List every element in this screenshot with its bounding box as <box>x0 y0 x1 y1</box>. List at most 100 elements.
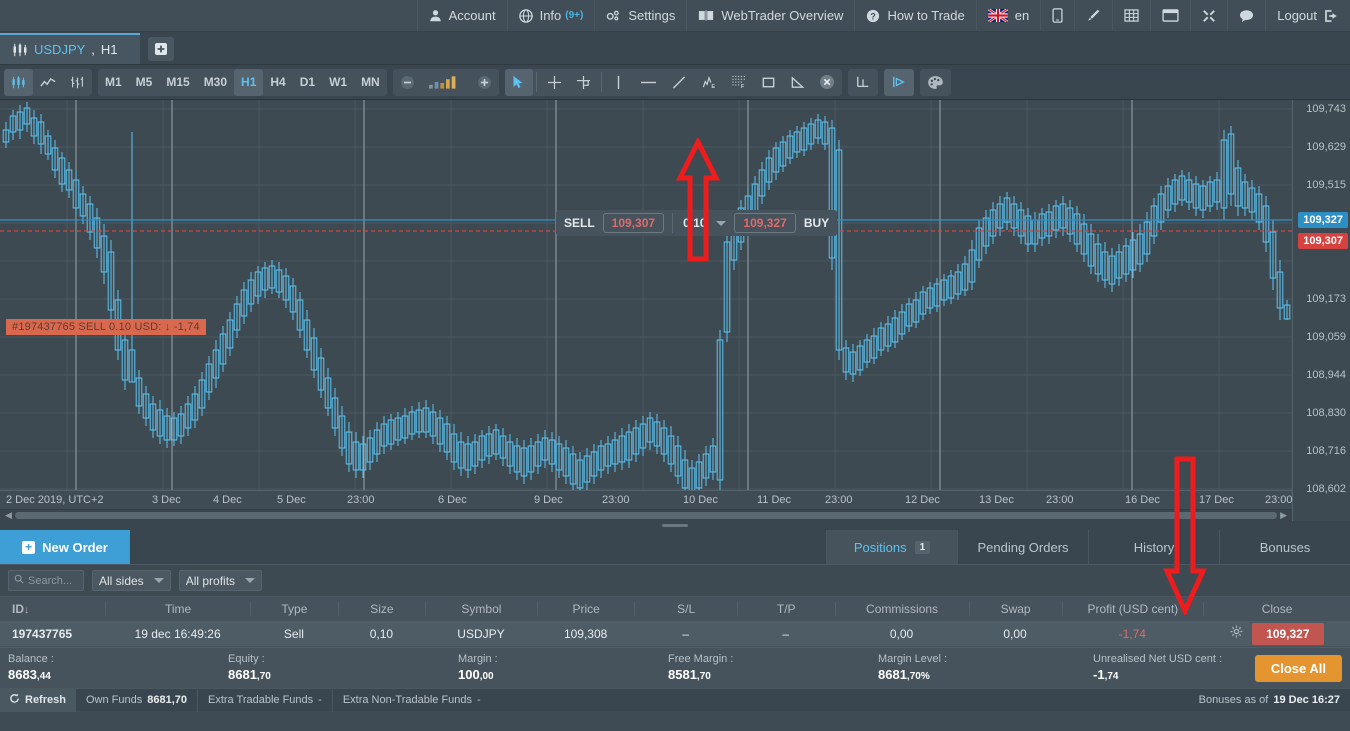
cell-tp[interactable]: – <box>737 627 835 641</box>
summary-free-margin: Free Margin : 8581,70 <box>660 652 870 685</box>
time-axis[interactable]: 2 Dec 2019, UTC+2 3 Dec 4 Dec 5 Dec 23:0… <box>0 490 1293 509</box>
nav-grid-layout[interactable] <box>1112 0 1150 31</box>
sides-filter-dropdown[interactable]: All sides <box>92 570 171 591</box>
cursor-icon-button[interactable] <box>504 68 533 96</box>
bars-icon-button[interactable] <box>63 69 92 96</box>
playback-icon-button[interactable] <box>883 68 914 96</box>
price-chart[interactable]: #197437765 SELL 0.10 USD: ↓ -1,74 SELL 1… <box>0 100 1350 521</box>
candles-icon-button[interactable] <box>4 68 33 96</box>
price-tick: 108,944 <box>1306 369 1346 381</box>
nav-account-label: Account <box>448 8 496 23</box>
panel-splitter[interactable] <box>0 521 1350 530</box>
question-icon: ? <box>866 9 880 23</box>
col-header-commissions[interactable]: Commissions <box>834 602 969 616</box>
col-header-profit[interactable]: Profit (USD cent) <box>1061 602 1203 616</box>
rectangle-icon-button[interactable] <box>754 69 783 96</box>
nav-info[interactable]: Info (9+) <box>506 0 595 31</box>
indicators-group <box>847 68 878 96</box>
col-header-tp[interactable]: T/P <box>736 602 835 616</box>
zoom-in-button[interactable] <box>470 69 499 96</box>
volume-input[interactable]: 0.10 <box>681 214 708 232</box>
search-input[interactable]: Search... <box>8 570 84 591</box>
delete-all-icon-button[interactable] <box>812 69 842 96</box>
indicators-icon-button[interactable] <box>848 69 878 96</box>
candles-icon <box>12 42 28 57</box>
tab-bonuses[interactable]: Bonuses <box>1219 530 1350 564</box>
refresh-button[interactable]: Refresh <box>0 688 75 712</box>
elliott-wave-icon-button[interactable]: E <box>694 69 724 96</box>
nav-theme-brush[interactable] <box>1074 0 1112 31</box>
position-line-label[interactable]: #197437765 SELL 0.10 USD: ↓ -1,74 <box>6 319 206 335</box>
nav-account[interactable]: Account <box>416 0 507 31</box>
tab-positions-label: Positions <box>853 539 907 555</box>
row-settings-gear-icon[interactable] <box>1230 625 1247 641</box>
nav-settings[interactable]: Settings <box>594 0 686 31</box>
nav-how-to-trade[interactable]: ? How to Trade <box>854 0 975 31</box>
add-chart-tab-button[interactable] <box>148 37 174 61</box>
zoom-out-button[interactable] <box>393 69 422 96</box>
nav-language[interactable]: en <box>975 0 1040 31</box>
timeframe-mn[interactable]: MN <box>354 69 387 96</box>
cell-sl[interactable]: – <box>635 627 737 641</box>
time-tick: 3 Dec <box>152 494 181 506</box>
nav-webtrader-overview-label: WebTrader Overview <box>721 8 844 23</box>
close-position-button[interactable]: 109,327 <box>1252 622 1324 645</box>
scroll-left-icon[interactable]: ◀ <box>2 510 15 521</box>
status-bar: Refresh Own Funds 8681,70 Extra Tradable… <box>0 688 1350 712</box>
crosshair-box-icon-button[interactable] <box>569 69 598 96</box>
col-header-sl[interactable]: S/L <box>634 602 736 616</box>
col-header-symbol[interactable]: Symbol <box>425 602 537 616</box>
nav-logout[interactable]: Logout <box>1265 0 1350 31</box>
chevron-down-icon[interactable] <box>716 220 727 226</box>
timeframe-h1[interactable]: H1 <box>234 68 264 96</box>
triangle-icon-button[interactable] <box>783 69 812 96</box>
sell-label: SELL <box>564 216 595 230</box>
scroll-right-icon[interactable]: ▶ <box>1277 510 1290 521</box>
col-header-size[interactable]: Size <box>337 602 425 616</box>
tab-pending-orders[interactable]: Pending Orders <box>957 530 1088 564</box>
summary-margin-value: 100,00 <box>458 666 494 682</box>
timeframe-h4[interactable]: H4 <box>263 69 292 96</box>
new-order-button[interactable]: + New Order <box>0 530 130 564</box>
nav-webtrader-overview[interactable]: WebTrader Overview <box>686 0 854 31</box>
timeframe-d1[interactable]: D1 <box>293 69 322 96</box>
tab-history[interactable]: History <box>1088 530 1219 564</box>
table-row[interactable]: 197437765 19 dec 16:49:26 Sell 0,10 USDJ… <box>0 621 1350 647</box>
col-header-swap[interactable]: Swap <box>968 602 1062 616</box>
crosshair-icon-button[interactable] <box>540 69 569 96</box>
sell-price-button[interactable]: 109,307 <box>602 213 665 233</box>
close-all-button[interactable]: Close All <box>1254 655 1342 682</box>
line-chart-icon-button[interactable] <box>33 69 63 96</box>
col-header-price[interactable]: Price <box>536 602 635 616</box>
buy-price-button[interactable]: 109,327 <box>734 213 796 233</box>
chart-tab-usdjpy[interactable]: USDJPY, H1 <box>0 33 140 64</box>
timeframe-w1[interactable]: W1 <box>322 69 354 96</box>
book-icon <box>698 9 714 22</box>
col-header-type[interactable]: Type <box>250 602 337 616</box>
nav-fullscreen[interactable] <box>1190 0 1227 31</box>
nav-mobile[interactable] <box>1040 0 1074 31</box>
price-scale[interactable]: 109,743 109,629 109,515 109,401 109,173 … <box>1292 100 1350 521</box>
nav-chat[interactable] <box>1227 0 1265 31</box>
timeframe-m30[interactable]: M30 <box>197 69 234 96</box>
chart-horizontal-scrollbar[interactable]: ◀ ▶ <box>0 509 1292 521</box>
col-header-time[interactable]: Time <box>105 602 250 616</box>
trendline-icon-button[interactable] <box>664 69 694 96</box>
timeframe-m15[interactable]: M15 <box>159 69 196 96</box>
timeframe-m1[interactable]: M1 <box>98 69 129 96</box>
col-header-id[interactable]: ID↓ <box>0 602 105 616</box>
table-header-row: ID↓ Time Type Size Symbol Price S/L T/P … <box>0 597 1350 621</box>
fibonacci-icon-button[interactable]: F <box>724 69 754 96</box>
vertical-line-icon-button[interactable] <box>605 69 633 96</box>
horizontal-line-icon-button[interactable] <box>633 69 664 96</box>
deal-ticket-panel[interactable]: SELL 109,307 0.10 109,327 BUY <box>556 210 838 236</box>
nav-window-layout[interactable] <box>1150 0 1190 31</box>
drawing-tools-group: E F <box>504 68 842 96</box>
profits-filter-dropdown[interactable]: All profits <box>178 570 263 591</box>
col-header-close[interactable]: Close <box>1203 602 1350 616</box>
palette-icon-button[interactable] <box>920 69 951 96</box>
timeframe-m5[interactable]: M5 <box>129 69 160 96</box>
scroll-thumb[interactable] <box>14 512 1278 519</box>
tab-positions[interactable]: Positions 1 <box>826 530 957 564</box>
splitter-grip[interactable] <box>662 524 688 527</box>
